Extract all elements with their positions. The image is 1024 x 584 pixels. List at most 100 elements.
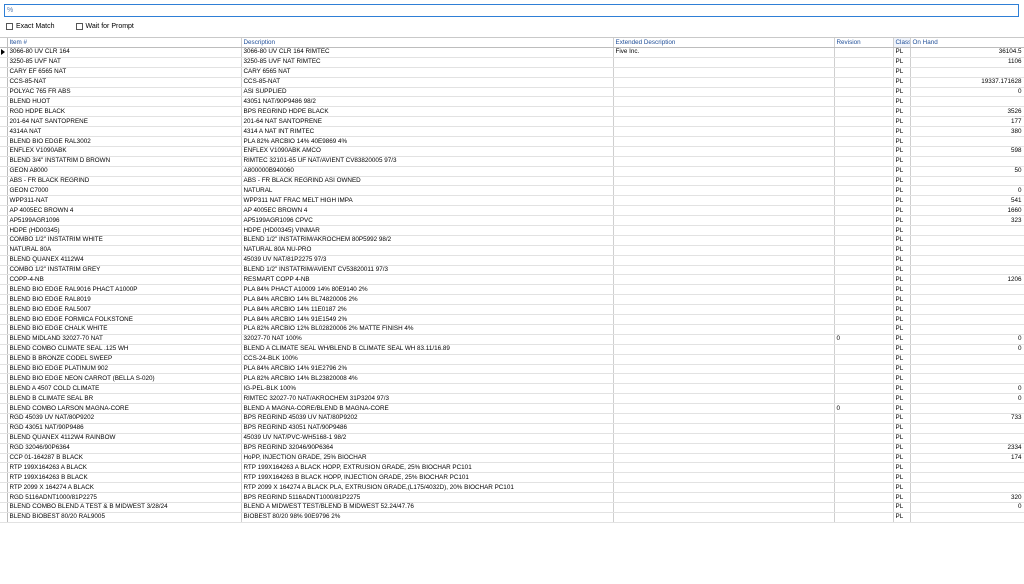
cell-class[interactable]: PL: [893, 146, 911, 157]
cell-item[interactable]: BLEND COMBO BLEND A TEST & B MIDWEST 3/2…: [7, 502, 242, 513]
cell-description[interactable]: PLA 82% ARCBIO 14% 40E9869 4%: [241, 136, 614, 147]
cell-revision[interactable]: [834, 205, 894, 217]
row-selector[interactable]: [0, 373, 8, 385]
cell-revision[interactable]: [834, 364, 894, 375]
cell-item[interactable]: RTP 199X164263 A BLACK: [7, 462, 242, 474]
cell-description[interactable]: PLA 84% ARCBIO 14% 91E1549 2%: [241, 314, 614, 325]
row-selector[interactable]: [0, 294, 8, 306]
cell-extended-description[interactable]: [613, 166, 835, 177]
cell-class[interactable]: PL: [893, 502, 911, 513]
cell-class[interactable]: PL: [893, 225, 911, 236]
table-row[interactable]: BLEND BIO EDGE RAL3002 PLA 82% ARCBIO 14%…: [0, 136, 1024, 147]
cell-class[interactable]: PL: [893, 453, 911, 464]
cell-on-hand[interactable]: 0: [910, 334, 1024, 345]
cell-on-hand[interactable]: 1106: [910, 57, 1024, 68]
cell-extended-description[interactable]: [613, 403, 835, 414]
cell-class[interactable]: PL: [893, 354, 911, 365]
cell-item[interactable]: BLEND B CLIMATE SEAL BR: [7, 393, 242, 405]
cell-extended-description[interactable]: [613, 195, 835, 207]
cell-class[interactable]: PL: [893, 57, 911, 68]
table-row[interactable]: 201-64 NAT SANTOPRENE 201-64 NAT SANTOPRE…: [0, 116, 1024, 128]
cell-extended-description[interactable]: [613, 492, 835, 503]
cell-on-hand[interactable]: 177: [910, 116, 1024, 128]
cell-revision[interactable]: [834, 453, 894, 464]
cell-on-hand[interactable]: [910, 136, 1024, 147]
table-row[interactable]: RGD 43051 NAT/90P9486 BPS REGRIND 43051 N…: [0, 423, 1024, 434]
cell-item[interactable]: CCP 01-164287 B BLACK: [7, 453, 242, 464]
table-row[interactable]: RGD 45039 UV NAT/80P9202 BPS REGRIND 4503…: [0, 413, 1024, 424]
cell-revision[interactable]: [834, 274, 894, 286]
row-selector[interactable]: [0, 274, 8, 286]
cell-class[interactable]: PL: [893, 255, 911, 266]
cell-description[interactable]: PLA 84% ARCBIO 14% 11E0187 2%: [241, 304, 614, 316]
cell-description[interactable]: PLA 84% PHACT A10009 14% 80E9140 2%: [241, 284, 614, 296]
cell-item[interactable]: BLEND QUANEX 4112W4 RAINBOW: [7, 433, 242, 444]
table-row[interactable]: WPP311-NAT WPP311 NAT FRAC MELT HIGH IMPA…: [0, 195, 1024, 207]
table-row[interactable]: COPP-4-NB RESMART COPP 4-NB PL 1206: [0, 274, 1024, 286]
cell-class[interactable]: PL: [893, 265, 911, 276]
row-selector[interactable]: [0, 235, 8, 246]
cell-revision[interactable]: [834, 383, 894, 395]
cell-extended-description[interactable]: [613, 205, 835, 217]
cell-on-hand[interactable]: 0: [910, 393, 1024, 405]
cell-revision[interactable]: [834, 502, 894, 513]
cell-item[interactable]: RTP 199X164263 B BLACK: [7, 472, 242, 484]
cell-description[interactable]: RIMTEC 32027-70 NAT/AKROCHEM 31P3204 97/…: [241, 393, 614, 405]
cell-extended-description[interactable]: [613, 136, 835, 147]
cell-on-hand[interactable]: [910, 245, 1024, 256]
cell-extended-description[interactable]: [613, 383, 835, 395]
cell-revision[interactable]: [834, 215, 894, 227]
cell-on-hand[interactable]: 380: [910, 126, 1024, 138]
cell-revision[interactable]: [834, 136, 894, 147]
cell-on-hand[interactable]: [910, 324, 1024, 335]
table-row[interactable]: BLEND BIO EDGE RAL5007 PLA 84% ARCBIO 14%…: [0, 304, 1024, 316]
cell-on-hand[interactable]: 19337.171628: [910, 77, 1024, 88]
cell-description[interactable]: RTP 2099 X 164274 A BLACK PLA, EXTRUSION…: [241, 482, 614, 494]
cell-description[interactable]: BLEND A MAGNA-CORE/BLEND B MAGNA-CORE: [241, 403, 614, 414]
cell-class[interactable]: PL: [893, 443, 911, 454]
table-row[interactable]: 3250-85 UVF NAT 3250-85 UVF NAT RIMTEC PL 1…: [0, 57, 1024, 68]
row-selector[interactable]: [0, 364, 8, 375]
cell-extended-description[interactable]: [613, 235, 835, 246]
cell-item[interactable]: BLEND QUANEX 4112W4: [7, 255, 242, 266]
row-selector[interactable]: [0, 77, 8, 88]
table-row[interactable]: BLEND 3/4" INSTATRIM D BROWN RIMTEC 32101…: [0, 156, 1024, 167]
cell-on-hand[interactable]: 174: [910, 453, 1024, 464]
cell-description[interactable]: IG-PEL-BLK 100%: [241, 383, 614, 395]
column-header-class[interactable]: Class: [893, 38, 911, 48]
cell-class[interactable]: PL: [893, 462, 911, 474]
table-row[interactable]: BLEND QUANEX 4112W4 RAINBOW 45039 UV NAT/…: [0, 433, 1024, 444]
cell-description[interactable]: 45039 UV NAT/81P2275 97/3: [241, 255, 614, 266]
cell-extended-description[interactable]: [613, 443, 835, 454]
wait-for-prompt-checkbox[interactable]: [75, 22, 83, 30]
row-selector[interactable]: [0, 453, 8, 464]
cell-on-hand[interactable]: 0: [910, 502, 1024, 513]
cell-item[interactable]: BLEND BIO EDGE NEON CARROT (BELLA S-020): [7, 373, 242, 385]
cell-on-hand[interactable]: [910, 304, 1024, 316]
cell-on-hand[interactable]: 3526: [910, 106, 1024, 118]
cell-class[interactable]: PL: [893, 116, 911, 128]
cell-revision[interactable]: [834, 57, 894, 68]
cell-item[interactable]: BLEND BIO EDGE RAL9016 PHACT A1000P: [7, 284, 242, 296]
cell-description[interactable]: NATURAL: [241, 185, 614, 197]
row-selector[interactable]: [0, 176, 8, 187]
cell-revision[interactable]: [834, 106, 894, 118]
cell-class[interactable]: PL: [893, 67, 911, 78]
cell-class[interactable]: PL: [893, 492, 911, 503]
cell-item[interactable]: 4314A NAT: [7, 126, 242, 138]
table-row[interactable]: NATURAL 80A NATURAL 80A NU-PRO PL: [0, 245, 1024, 256]
cell-description[interactable]: ASI SUPPLIED: [241, 87, 614, 98]
row-selector[interactable]: [0, 403, 8, 414]
cell-revision[interactable]: [834, 482, 894, 494]
cell-extended-description[interactable]: [613, 512, 835, 523]
cell-item[interactable]: ENFLEX V1090ABK: [7, 146, 242, 157]
cell-item[interactable]: BLEND BIO EDGE CHALK WHITE: [7, 324, 242, 335]
cell-description[interactable]: PLA 82% ARCBIO 12% BL02820006 2% MATTE F…: [241, 324, 614, 335]
cell-extended-description[interactable]: [613, 433, 835, 444]
row-selector[interactable]: [0, 47, 8, 58]
cell-on-hand[interactable]: [910, 96, 1024, 108]
cell-description[interactable]: 3250-85 UVF NAT RIMTEC: [241, 57, 614, 68]
cell-extended-description[interactable]: [613, 462, 835, 474]
cell-on-hand[interactable]: 36104.5: [910, 47, 1024, 58]
cell-extended-description[interactable]: [613, 185, 835, 197]
